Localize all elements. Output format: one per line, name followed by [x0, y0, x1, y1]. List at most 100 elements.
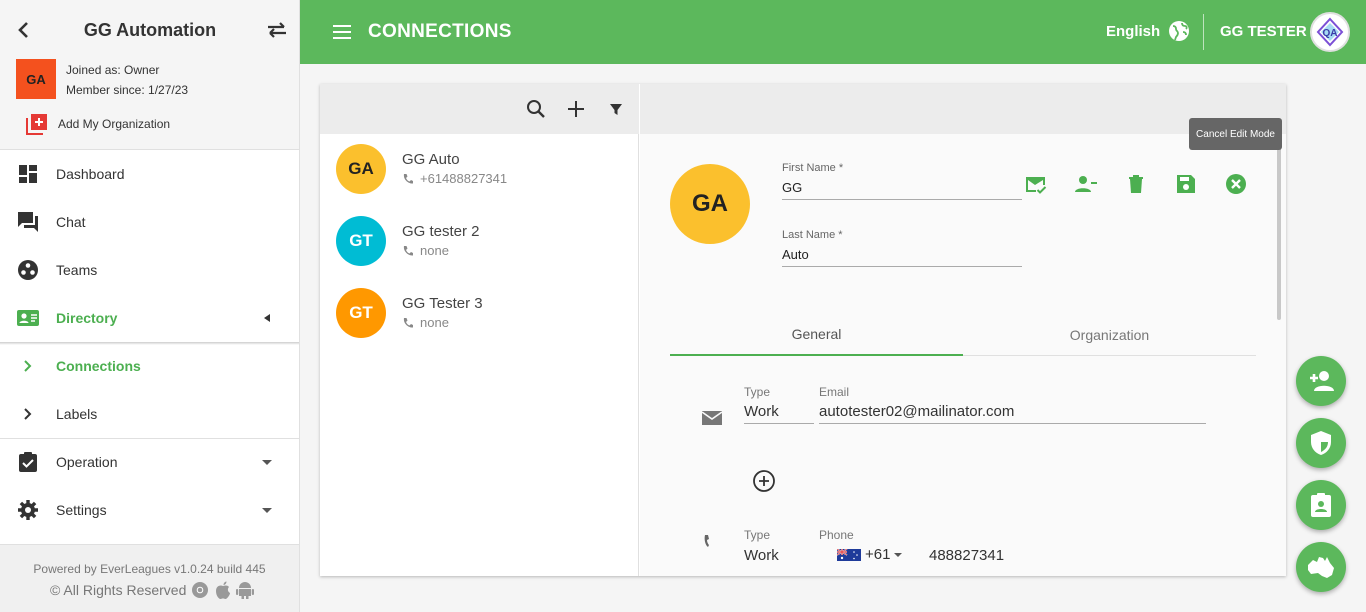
contact-badge-icon	[1311, 493, 1331, 517]
topbar-separator	[1203, 14, 1204, 50]
first-name-label: First Name *	[782, 162, 844, 174]
contact-avatar: GT	[336, 216, 386, 266]
language-selector[interactable]: English	[1106, 20, 1190, 42]
filter-icon[interactable]	[605, 98, 627, 120]
connections-card: GA GG Auto +61488827341 GT GG tester 2 n…	[320, 84, 1286, 576]
phone-icon	[403, 245, 413, 256]
nav-labels[interactable]: Labels	[0, 390, 299, 438]
nav-connections[interactable]: Connections	[0, 342, 299, 390]
globe-icon	[1169, 21, 1190, 41]
contact-avatar: GT	[336, 288, 386, 338]
email-icon	[701, 411, 723, 425]
cancel-edit-icon[interactable]	[1224, 172, 1248, 196]
tab-organization[interactable]: Organization	[963, 314, 1256, 356]
nav-directory-label: Directory	[56, 310, 118, 326]
map-fab[interactable]	[1296, 542, 1346, 592]
phone-icon	[403, 173, 413, 184]
contact-list-item[interactable]: GT GG Tester 3 none	[320, 278, 638, 350]
dashboard-icon	[19, 165, 37, 183]
nav-connections-label: Connections	[56, 358, 141, 374]
australia-map-icon	[1308, 557, 1334, 578]
contact-phone: none	[420, 243, 449, 258]
detail-scrollbar[interactable]	[1277, 144, 1281, 320]
sidebar: GG Automation GA Joined as: Owner Member…	[0, 0, 300, 612]
contact-card-fab[interactable]	[1296, 480, 1346, 530]
rights-row: © All Rights Reserved	[50, 580, 255, 600]
add-icon[interactable]	[565, 98, 587, 120]
nav-chat-label: Chat	[56, 214, 86, 230]
mark-email-read-icon[interactable]	[1024, 172, 1048, 196]
collapse-left-icon	[264, 314, 270, 322]
contact-phone-row: none	[402, 315, 449, 330]
email-field[interactable]	[819, 400, 1206, 424]
add-circle-icon[interactable]	[752, 469, 776, 493]
phone-type-label: Type	[744, 528, 771, 542]
detail-tabs: General Organization	[670, 314, 1256, 356]
sidebar-footer: Powered by EverLeagues v1.0.24 build 445…	[0, 544, 299, 612]
user-name: GG TESTER	[1220, 23, 1307, 40]
add-person-icon	[1310, 371, 1334, 391]
last-name-field[interactable]	[782, 243, 1022, 267]
contact-list-item[interactable]: GA GG Auto +61488827341	[320, 134, 638, 206]
nav-teams[interactable]: Teams	[0, 246, 299, 294]
top-bar: CONNECTIONS English GG TESTER QA	[300, 0, 1366, 64]
phone-type-field[interactable]	[744, 543, 814, 567]
remove-person-icon[interactable]	[1074, 172, 1098, 196]
menu-icon[interactable]	[332, 22, 352, 42]
qa-logo-icon: QA	[1316, 17, 1344, 47]
apple-icon[interactable]	[214, 580, 232, 600]
last-name-label: Last Name *	[782, 229, 843, 241]
delete-icon[interactable]	[1124, 172, 1148, 196]
powered-by-text: Powered by EverLeagues v1.0.24 build 445	[33, 562, 266, 576]
nav-operation-label: Operation	[56, 454, 118, 470]
nav-dashboard-label: Dashboard	[56, 166, 125, 182]
tab-general[interactable]: General	[670, 314, 963, 356]
email-type-field[interactable]	[744, 400, 814, 424]
nav-dashboard[interactable]: Dashboard	[0, 150, 299, 198]
security-fab[interactable]	[1296, 418, 1346, 468]
add-box-icon	[26, 114, 47, 135]
nav-directory[interactable]: Directory	[0, 294, 299, 342]
phone-icon	[403, 317, 413, 328]
contact-name: GG tester 2	[402, 223, 480, 240]
contact-phone: none	[420, 315, 449, 330]
phone-label: Phone	[819, 528, 854, 542]
chevron-right-icon	[24, 360, 32, 372]
shield-icon	[1311, 431, 1331, 455]
joined-as-text: Joined as: Owner	[66, 63, 160, 77]
nav-settings[interactable]: Settings	[0, 486, 299, 534]
list-toolbar	[320, 84, 639, 134]
contact-phone-row: +61488827341	[402, 171, 507, 186]
phone-number-field[interactable]	[929, 543, 1109, 567]
save-icon[interactable]	[1174, 172, 1198, 196]
contact-phone-row: none	[402, 243, 449, 258]
contact-phone: +61488827341	[420, 171, 508, 186]
chevron-down-icon	[262, 460, 272, 465]
add-organization-button[interactable]: Add My Organization	[26, 113, 170, 135]
org-avatar: GA	[16, 59, 56, 99]
contact-name: GG Auto	[402, 151, 460, 168]
user-avatar[interactable]: QA	[1310, 12, 1350, 52]
country-code-selector[interactable]: +61	[837, 546, 903, 563]
chrome-icon[interactable]	[190, 580, 210, 600]
rights-text: © All Rights Reserved	[50, 582, 187, 598]
android-icon[interactable]	[236, 580, 255, 600]
search-icon[interactable]	[525, 98, 547, 120]
contact-detail: GA First Name * Last Name * General Orga…	[640, 134, 1286, 576]
nav-teams-label: Teams	[56, 262, 98, 278]
directory-icon	[17, 310, 39, 326]
nav-operation[interactable]: Operation	[0, 438, 299, 486]
first-name-field[interactable]	[782, 176, 1022, 200]
user-avatar-text: QA	[1323, 28, 1338, 39]
contact-list-item[interactable]: GT GG tester 2 none	[320, 206, 638, 278]
cancel-edit-tooltip: Cancel Edit Mode	[1189, 118, 1282, 150]
switch-org-icon[interactable]	[264, 18, 290, 42]
teams-icon	[18, 260, 38, 280]
nav-settings-label: Settings	[56, 502, 107, 518]
clipboard-check-icon	[19, 452, 37, 472]
contact-detail-avatar[interactable]: GA	[670, 164, 750, 244]
nav-chat[interactable]: Chat	[0, 198, 299, 246]
add-person-fab[interactable]	[1296, 356, 1346, 406]
gear-icon	[18, 500, 38, 520]
org-header: GG Automation GA Joined as: Owner Member…	[0, 0, 299, 150]
